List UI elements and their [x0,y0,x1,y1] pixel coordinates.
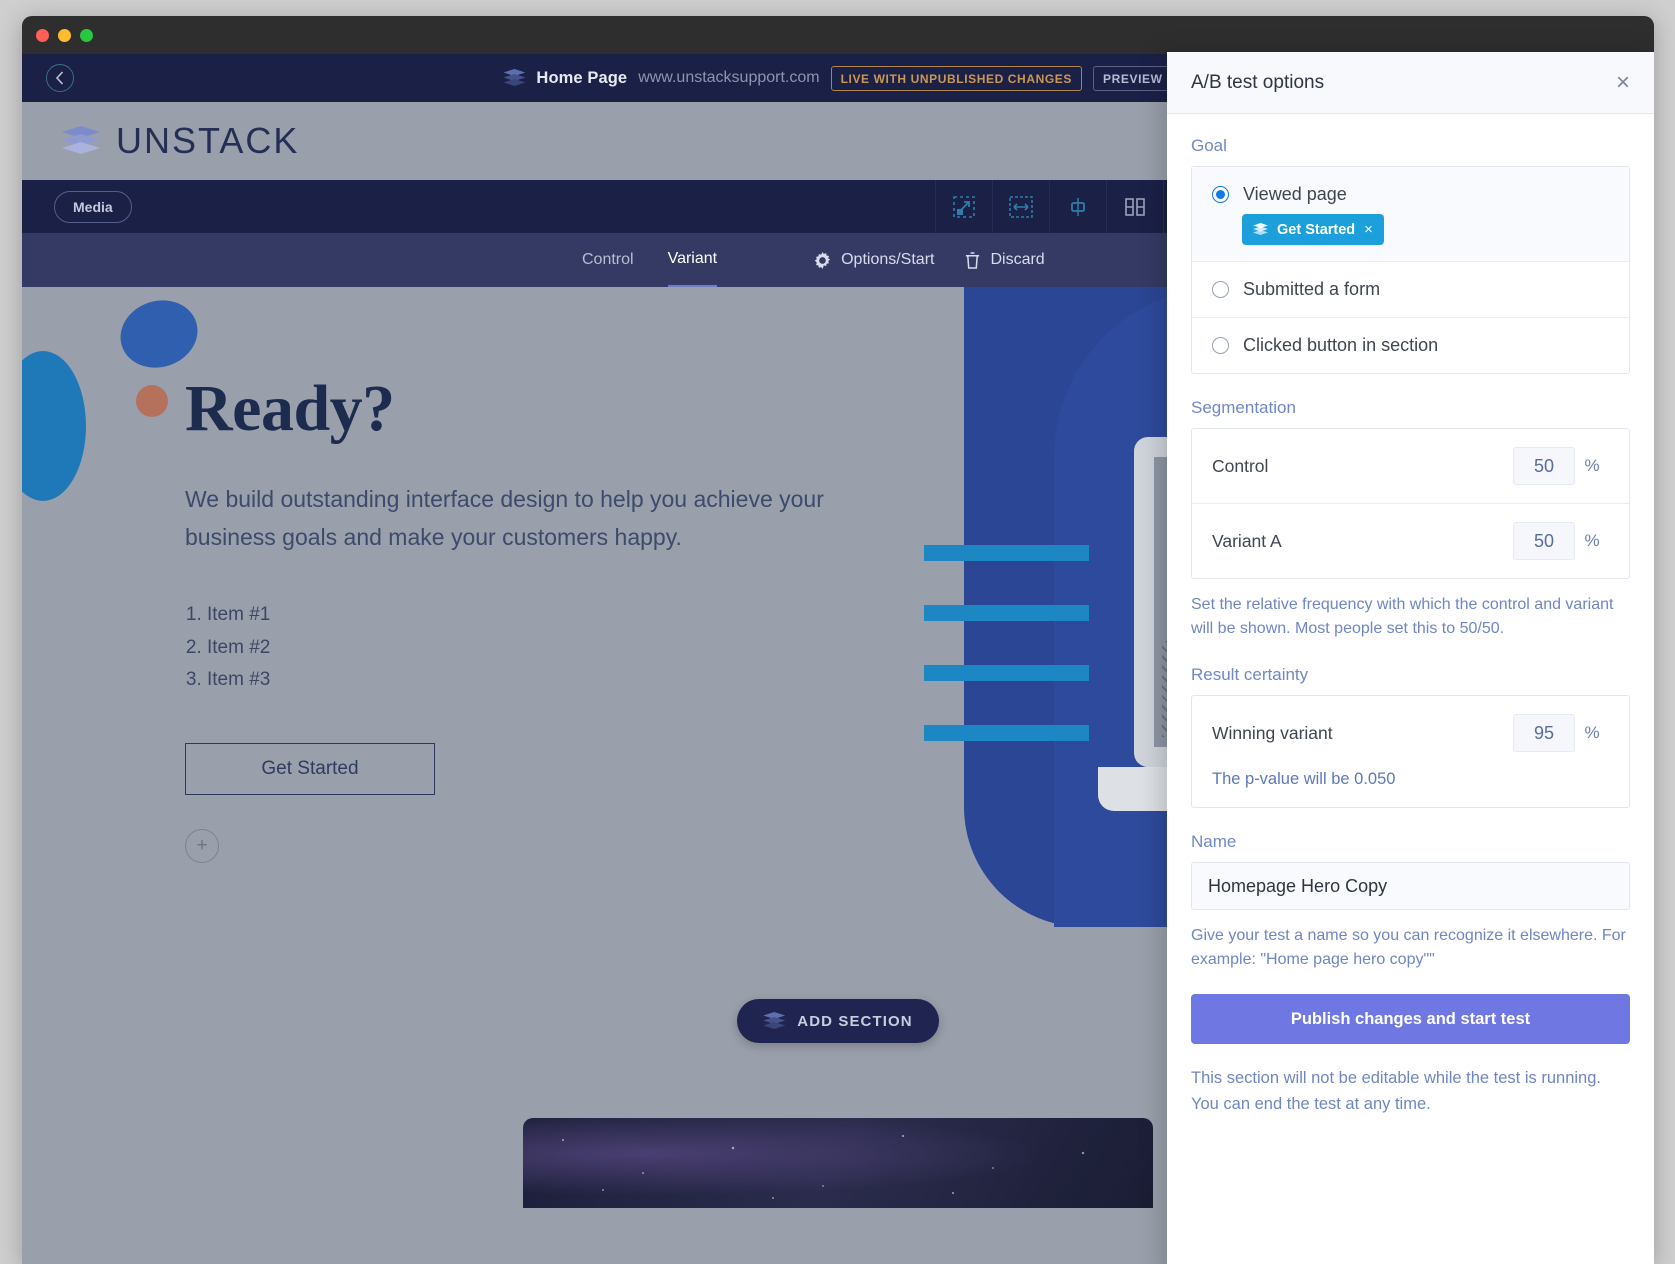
goal-tag-area: Get Started × [1192,214,1629,261]
hero-subtitle[interactable]: We build outstanding interface design to… [185,481,845,557]
result-certainty-card: Winning variant 95 % The p-value will be… [1191,695,1630,808]
panel-header: A/B test options × [1167,52,1654,114]
variant-a-percent-input[interactable]: 50 [1513,522,1575,560]
resize-section-icon[interactable] [935,180,992,233]
close-icon[interactable]: × [1616,70,1630,95]
maximize-window-button[interactable] [80,28,93,42]
illustration-bar-2 [924,605,1089,621]
segmentation-row-name: Variant A [1212,530,1282,551]
options-start-button[interactable]: Options/Start [813,251,934,270]
certainty-row-name: Winning variant [1212,722,1333,743]
app-window: Home Page www.unstacksupport.com LIVE WI… [22,16,1654,1264]
options-start-label: Options/Start [841,251,935,268]
stack-logo-icon [1253,223,1268,236]
goal-card: Viewed page Get Started × Submitted a fo… [1191,166,1630,374]
brand-name: UNSTACK [116,120,300,161]
illustration-bar-4 [924,725,1089,741]
goal-option-label: Viewed page [1243,184,1347,204]
variant-actions: Options/Start Discard [813,251,1045,270]
goal-option-label: Submitted a form [1243,279,1381,299]
segmentation-row-control: Control 50 % [1192,429,1629,503]
test-name-input[interactable] [1191,862,1630,910]
result-certainty-label: Result certainty [1191,665,1309,684]
radio-icon [1212,281,1229,298]
add-block-button[interactable]: + [185,828,219,863]
hero-title[interactable]: Ready? [185,371,845,447]
illustration-bar-3 [924,665,1089,681]
winning-variant-percent-input[interactable]: 95 [1513,714,1575,752]
chevron-left-icon [55,71,64,85]
percent-sign: % [1584,723,1600,742]
percent-sign: % [1584,456,1600,475]
site-brand[interactable]: UNSTACK [62,120,299,162]
page-name: Home Page [536,68,628,87]
window-titlebar [22,16,1654,54]
goal-option-submitted-form[interactable]: Submitted a form [1192,262,1629,317]
align-center-icon[interactable] [1049,180,1106,233]
percent-sign: % [1584,531,1600,550]
illustration-bar-1 [924,545,1089,561]
discard-button[interactable]: Discard [964,251,1045,270]
page-url: www.unstacksupport.com [638,69,820,86]
decorative-blob-1 [111,290,207,378]
radio-icon [1212,186,1229,203]
page-tag[interactable]: Get Started × [1242,214,1384,245]
stack-logo-icon [763,1012,786,1030]
trash-icon [966,251,980,269]
stack-logo-icon [503,69,526,87]
goal-label: Goal [1191,136,1227,155]
media-button[interactable]: Media [54,190,132,223]
page-tag-label: Get Started [1277,221,1356,238]
hero-list[interactable]: Item #1 Item #2 Item #3 [185,599,845,697]
goal-option-clicked-button[interactable]: Clicked button in section [1192,318,1629,373]
segmentation-card: Control 50 % Variant A 50 % [1191,428,1630,579]
segmentation-row-name: Control [1212,455,1269,476]
gear-icon [814,251,831,269]
certainty-row-winning-variant: Winning variant 95 % [1192,696,1629,770]
variant-tabs: Control Variant [582,233,718,287]
list-item: Item #2 [207,632,845,665]
back-button[interactable] [46,64,74,92]
radio-icon [1212,337,1229,354]
p-value-text: The p-value will be 0.050 [1212,770,1396,788]
decorative-blob-2 [22,351,86,501]
name-label: Name [1191,832,1237,851]
preview-button[interactable]: PREVIEW [1093,65,1173,91]
tab-variant[interactable]: Variant [667,233,718,287]
remove-tag-icon[interactable]: × [1364,221,1373,238]
decorative-blob-3 [136,385,168,417]
discard-label: Discard [990,251,1045,268]
close-window-button[interactable] [36,28,49,42]
section-width-icon[interactable] [992,180,1049,233]
panel-footnote: This section will not be editable while … [1191,1069,1601,1113]
unstack-logo-icon [62,126,100,156]
ab-test-options-panel: A/B test options × Goal Viewed page Get … [1167,52,1654,1264]
list-item: Item #3 [207,664,845,697]
control-percent-input[interactable]: 50 [1513,447,1575,485]
columns-icon[interactable] [1106,180,1163,233]
goal-option-viewed-page[interactable]: Viewed page [1192,167,1629,214]
status-badge: LIVE WITH UNPUBLISHED CHANGES [830,65,1083,91]
list-item: Item #1 [207,599,845,632]
space-image-section[interactable] [523,1118,1153,1208]
add-section-button[interactable]: ADD SECTION [737,999,939,1043]
publish-and-start-test-button[interactable]: Publish changes and start test [1191,994,1630,1044]
segmentation-helper-text: Set the relative frequency with which th… [1191,596,1614,637]
panel-body: Goal Viewed page Get Started × Submitted… [1167,114,1654,1264]
tab-control[interactable]: Control [582,233,634,287]
add-section-label: ADD SECTION [797,1012,913,1030]
segmentation-row-variant-a: Variant A 50 % [1192,504,1629,578]
panel-title: A/B test options [1191,71,1325,93]
minimize-window-button[interactable] [58,28,71,42]
goal-option-label: Clicked button in section [1243,335,1439,355]
segmentation-label: Segmentation [1191,398,1296,417]
name-helper-text: Give your test a name so you can recogni… [1191,927,1626,968]
hero-cta-button[interactable]: Get Started [185,742,435,795]
hero-copy: Ready? We build outstanding interface de… [185,371,845,863]
